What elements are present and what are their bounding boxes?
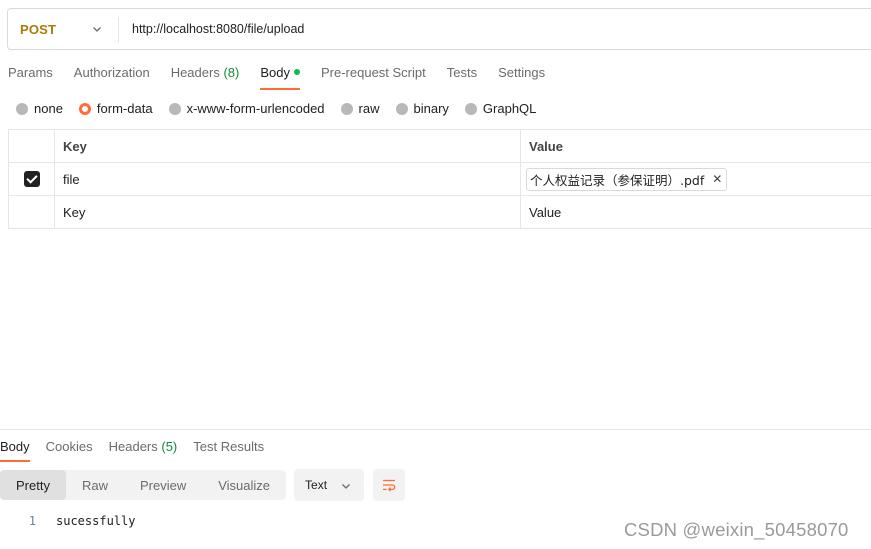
radio-none[interactable]: none (16, 101, 63, 116)
tab-authorization[interactable]: Authorization (74, 62, 150, 90)
tab-settings[interactable]: Settings (498, 62, 545, 90)
response-view-bar: Pretty Raw Preview Visualize Text (0, 469, 406, 501)
wrap-lines-icon (383, 479, 396, 492)
file-name: 个人权益记录（参保证明）.pdf (530, 172, 705, 188)
watermark: CSDN @weixin_50458070 (624, 519, 849, 540)
view-mode-segmented: Pretty Raw Preview Visualize (0, 470, 287, 500)
tab-label: Body (0, 439, 30, 454)
radio-raw[interactable]: raw (340, 101, 380, 116)
key-cell[interactable]: file (54, 162, 521, 196)
radio-button (16, 102, 28, 115)
view-mode-raw[interactable]: Raw (66, 470, 124, 500)
radio-label: x-www-form-urlencoded (186, 101, 325, 116)
method-label: POST (20, 21, 57, 37)
radio-label: none (34, 101, 63, 116)
headers-count: (8) (223, 65, 240, 80)
method-select[interactable]: POST (8, 9, 119, 49)
body-type-radios: none form-data x-www-form-urlencoded raw… (16, 101, 552, 116)
tab-label: Cookies (45, 439, 93, 454)
wrap-lines-button[interactable] (373, 469, 406, 501)
tab-params[interactable]: Params (8, 62, 53, 90)
radio-button-selected (78, 102, 91, 115)
request-tabs: Params Authorization Headers (8) Body Pr… (8, 62, 566, 90)
view-mode-pretty[interactable]: Pretty (0, 470, 66, 500)
tab-label: Headers (108, 439, 158, 454)
format-select[interactable]: Text (294, 469, 365, 501)
radio-form-data[interactable]: form-data (78, 101, 153, 116)
header-checkbox-cell (8, 129, 55, 163)
tab-label: Pre-request Script (320, 65, 426, 80)
radio-label: raw (358, 101, 380, 116)
response-line-text[interactable]: sucessfully (56, 514, 135, 528)
tab-label: Headers (170, 65, 220, 80)
chevron-down-icon (342, 484, 350, 489)
response-divider (0, 429, 871, 430)
form-data-table: Key Value file 个人权益记录（参保证明）.pdf ✕ Key Va… (8, 129, 871, 229)
radio-binary[interactable]: binary (395, 101, 449, 116)
view-mode-visualize[interactable]: Visualize (202, 470, 286, 500)
radio-label: GraphQL (482, 101, 537, 116)
radio-button (395, 102, 408, 115)
table-row-empty: Key Value (8, 195, 871, 229)
response-tabs: Body Cookies Headers (5) Test Results (0, 436, 280, 462)
checkbox-checked-icon[interactable] (23, 171, 40, 188)
row-checkbox-cell (8, 162, 55, 196)
row-checkbox-cell (8, 195, 55, 229)
view-mode-preview[interactable]: Preview (124, 470, 202, 500)
radio-label: form-data (96, 101, 153, 116)
table-header-row: Key Value (8, 129, 871, 163)
chevron-down-icon (93, 27, 101, 32)
request-url-bar: POST (7, 8, 871, 50)
tab-pre-request-script[interactable]: Pre-request Script (321, 62, 426, 90)
radio-button (464, 102, 477, 115)
key-placeholder[interactable]: Key (54, 195, 521, 229)
format-select-label: Text (305, 478, 328, 492)
column-header-key: Key (54, 129, 521, 163)
response-tab-body[interactable]: Body (0, 436, 30, 462)
url-input[interactable] (132, 22, 732, 36)
response-tab-cookies[interactable]: Cookies (46, 436, 93, 462)
response-tab-test-results[interactable]: Test Results (193, 436, 264, 462)
radio-button (168, 102, 181, 115)
radio-graphql[interactable]: GraphQL (464, 101, 537, 116)
response-headers-count: (5) (161, 439, 178, 454)
table-row: file 个人权益记录（参保证明）.pdf ✕ (8, 162, 871, 196)
close-icon[interactable]: ✕ (712, 172, 722, 186)
response-tab-headers[interactable]: Headers (5) (109, 436, 178, 462)
tab-label: Body (260, 65, 290, 80)
tab-headers[interactable]: Headers (8) (171, 62, 240, 90)
value-placeholder[interactable]: Value (520, 195, 871, 229)
tab-label: Authorization (73, 65, 150, 80)
value-cell: 个人权益记录（参保证明）.pdf ✕ (520, 162, 871, 196)
tab-label: Tests (446, 65, 478, 80)
tab-label: Test Results (193, 439, 265, 454)
tab-label: Params (8, 65, 53, 80)
line-number: 1 (28, 514, 36, 528)
radio-label: binary (413, 101, 449, 116)
radio-button (340, 102, 353, 115)
tab-label: Settings (498, 65, 546, 80)
tab-tests[interactable]: Tests (447, 62, 477, 90)
tab-body[interactable]: Body (260, 62, 300, 90)
radio-x-www-form-urlencoded[interactable]: x-www-form-urlencoded (168, 101, 325, 116)
column-header-value: Value (520, 129, 871, 163)
file-chip: 个人权益记录（参保证明）.pdf ✕ (526, 167, 728, 191)
response-body-code: 1 sucessfully (0, 514, 136, 528)
modified-dot-icon (293, 69, 300, 75)
